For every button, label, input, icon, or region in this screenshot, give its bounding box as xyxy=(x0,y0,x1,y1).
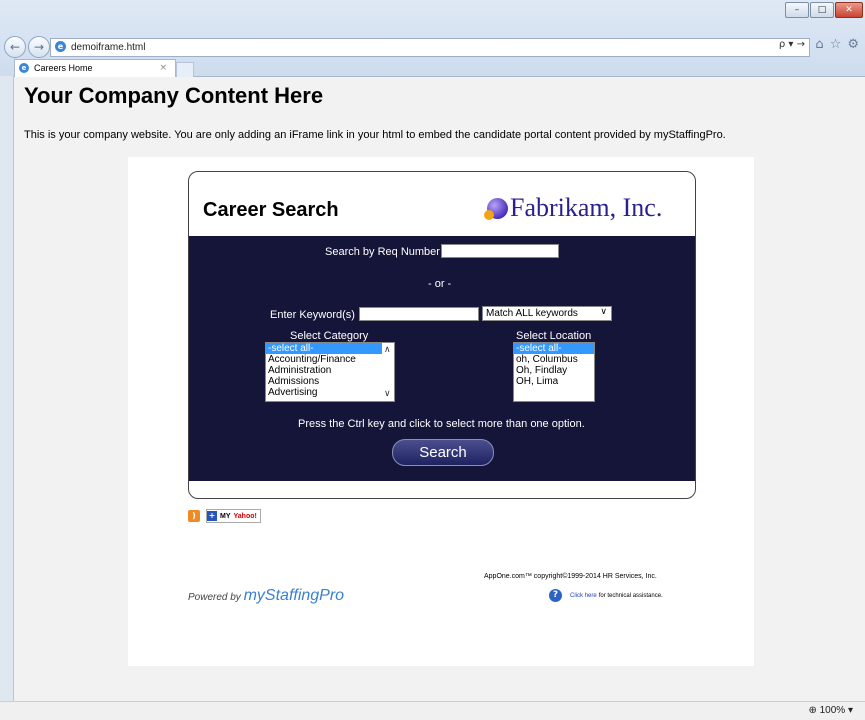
plus-icon: + xyxy=(207,511,217,521)
search-button[interactable]: Search xyxy=(392,439,494,466)
tab-close-icon[interactable]: × xyxy=(159,60,167,77)
favorites-star-icon[interactable]: ☆ xyxy=(830,37,842,52)
keyword-input[interactable] xyxy=(359,307,479,321)
category-option[interactable]: -select all- xyxy=(266,343,394,354)
window-controls: – □ ✕ xyxy=(785,2,863,18)
category-option[interactable]: Accounting/Finance xyxy=(266,354,394,365)
click-here-link[interactable]: Click here xyxy=(570,593,597,599)
zoom-level[interactable]: ⊕ 100% ▾ xyxy=(808,705,853,716)
scroll-up-icon[interactable]: ∧ xyxy=(384,345,391,355)
tab-careers-home[interactable]: e Careers Home × xyxy=(14,59,176,77)
career-header: Career Search Fabrikam, Inc. xyxy=(189,172,695,236)
location-option[interactable]: OH, Lima xyxy=(514,376,594,387)
feed-links: ) + MY Yahoo! xyxy=(188,509,261,523)
location-option[interactable]: oh, Columbus xyxy=(514,354,594,365)
powered-by: Powered by myStaffingPro xyxy=(188,587,344,605)
browser-chrome: – □ ✕ ← → e demoiframe.html ρ ▾ → ⌂ ☆ ⚙ … xyxy=(0,0,865,77)
keyword-label: Enter Keyword(s) xyxy=(270,309,355,321)
category-option[interactable]: Advertising xyxy=(266,387,394,398)
multi-select-hint: Press the Ctrl key and click to select m… xyxy=(298,418,585,430)
add-to-my-yahoo-button[interactable]: + MY Yahoo! xyxy=(206,509,261,523)
copyright-text: AppOne.com™ copyright©1999-2014 HR Servi… xyxy=(484,573,657,580)
technical-assistance: ? Click here for technical assistance. xyxy=(549,589,663,602)
zoom-value: 100% xyxy=(819,705,846,716)
req-number-input[interactable] xyxy=(441,244,559,258)
home-icon[interactable]: ⌂ xyxy=(815,37,823,52)
address-url: demoiframe.html xyxy=(71,42,146,53)
maximize-button[interactable]: □ xyxy=(810,2,834,18)
location-label: Select Location xyxy=(516,330,592,342)
new-tab-button[interactable] xyxy=(176,62,194,77)
match-keywords-select[interactable]: Match ALL keywords ∨ xyxy=(482,306,612,321)
powered-by-label: Powered by xyxy=(188,592,241,603)
address-bar[interactable]: e demoiframe.html ρ ▾ → xyxy=(50,38,810,57)
scroll-down-icon[interactable]: ∨ xyxy=(384,389,391,399)
ie-page-icon: e xyxy=(55,41,66,52)
yahoo-label: Yahoo! xyxy=(233,512,257,520)
settings-gear-icon[interactable]: ⚙ xyxy=(847,37,859,52)
iframe-content: Career Search Fabrikam, Inc. Search by R… xyxy=(128,157,754,666)
fabrikam-logo-icon xyxy=(484,197,508,220)
rss-feed-icon[interactable]: ) xyxy=(188,510,200,522)
career-search-card: Career Search Fabrikam, Inc. Search by R… xyxy=(188,171,696,499)
category-scrollbar[interactable]: ∧ ∨ xyxy=(382,343,394,401)
search-panel: Search by Req Number - or - Enter Keywor… xyxy=(189,236,695,481)
fabrikam-logo: Fabrikam, Inc. xyxy=(484,193,663,223)
req-number-label: Search by Req Number xyxy=(325,246,440,258)
toolbar-icons: ⌂ ☆ ⚙ xyxy=(815,37,859,52)
or-label: - or - xyxy=(428,278,452,290)
forward-button[interactable]: → xyxy=(28,36,50,58)
mystaffingpro-logo: myStaffingPro xyxy=(243,587,345,604)
page-description: This is your company website. You are on… xyxy=(24,129,726,141)
tab-label: Careers Home xyxy=(34,63,93,73)
my-label: MY xyxy=(220,512,231,520)
page-title: Your Company Content Here xyxy=(24,83,324,108)
fabrikam-logo-text: Fabrikam, Inc. xyxy=(510,193,663,222)
category-option[interactable]: Admissions xyxy=(266,376,394,387)
match-keywords-value: Match ALL keywords xyxy=(486,308,578,319)
help-icon[interactable]: ? xyxy=(549,589,562,602)
close-window-button[interactable]: ✕ xyxy=(835,2,863,18)
status-bar: ⊕ 100% ▾ xyxy=(0,701,865,720)
location-option[interactable]: Oh, Findlay xyxy=(514,365,594,376)
category-option[interactable]: Administration xyxy=(266,365,394,376)
zoom-icon: ⊕ xyxy=(808,705,817,716)
search-refresh-icons[interactable]: ρ ▾ → xyxy=(779,39,805,50)
assistance-text: for technical assistance. xyxy=(598,592,663,599)
page-content: Your Company Content Here This is your c… xyxy=(14,77,865,701)
minimize-button[interactable]: – xyxy=(785,2,809,18)
zoom-dropdown-icon[interactable]: ▾ xyxy=(848,705,853,716)
category-label: Select Category xyxy=(290,330,369,342)
ie-tab-icon: e xyxy=(19,63,29,73)
back-button[interactable]: ← xyxy=(4,36,26,58)
window-left-edge xyxy=(0,76,14,701)
chevron-down-icon: ∨ xyxy=(600,307,607,317)
location-listbox[interactable]: -select all- oh, Columbus Oh, Findlay OH… xyxy=(513,342,595,402)
career-search-title: Career Search xyxy=(203,199,339,221)
navigation-buttons: ← → xyxy=(4,36,50,58)
category-listbox[interactable]: -select all- Accounting/Finance Administ… xyxy=(265,342,395,402)
location-option[interactable]: -select all- xyxy=(514,343,594,354)
